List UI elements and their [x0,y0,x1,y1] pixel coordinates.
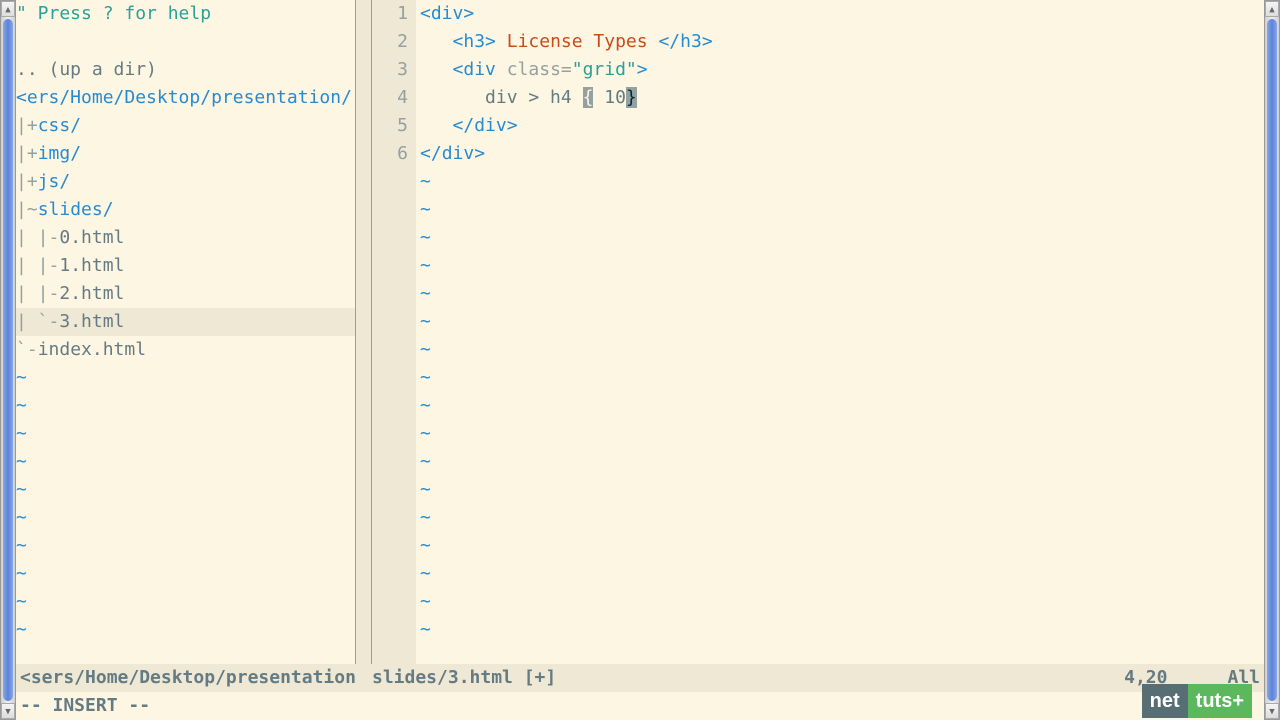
code-line[interactable]: </div> [420,112,1264,140]
empty-line: ~ [420,448,1264,476]
status-left-path: <sers/Home/Desktop/presentation [20,664,360,692]
statusbar: <sers/Home/Desktop/presentation slides/3… [16,664,1264,692]
line-number: 4 [372,84,408,112]
empty-line: ~ [420,168,1264,196]
scrollbar-thumb[interactable] [1267,19,1277,701]
scrollbar-left[interactable]: ▲ ▼ [0,0,16,720]
nerdtree-updir[interactable]: .. (up a dir) [16,56,355,84]
empty-line: ~ [16,364,355,392]
empty-line: ~ [16,560,355,588]
scrollbar-thumb[interactable] [3,19,13,701]
empty-line: ~ [420,588,1264,616]
empty-line: ~ [420,336,1264,364]
code-content[interactable]: <div> <h3> License Types </h3> <div clas… [416,0,1264,664]
nerdtree-root[interactable]: <ers/Home/Desktop/presentation/ [16,84,355,112]
tree-item[interactable]: `-index.html [16,336,355,364]
line-number: 5 [372,112,408,140]
code-pane[interactable]: 123456 <div> <h3> License Types </h3> <d… [372,0,1264,664]
logo-net: net [1142,684,1188,718]
tree-item[interactable]: | |-2.html [16,280,355,308]
empty-line: ~ [420,364,1264,392]
code-line[interactable]: div > h4 { 10} [420,84,1264,112]
tree-item[interactable]: | |-0.html [16,224,355,252]
line-number-gutter: 123456 [372,0,416,664]
empty-line: ~ [420,420,1264,448]
tree-item[interactable]: | `-3.html [16,308,355,336]
empty-line: ~ [420,616,1264,644]
empty-line: ~ [16,616,355,644]
code-line[interactable]: <div> [420,0,1264,28]
vim-mode: -- INSERT -- [20,692,150,720]
empty-line: ~ [420,476,1264,504]
empty-line: ~ [420,504,1264,532]
status-filename: slides/3.html [+] [360,664,1124,692]
empty-line: ~ [420,280,1264,308]
scroll-down-icon[interactable]: ▼ [1265,703,1279,719]
empty-line: ~ [420,532,1264,560]
tree-item[interactable]: |+img/ [16,140,355,168]
tree-item[interactable]: |+js/ [16,168,355,196]
vim-editor: " Press ? for help .. (up a dir) <ers/Ho… [16,0,1264,720]
line-number: 1 [372,0,408,28]
mode-line: -- INSERT -- net tuts+ [16,692,1264,720]
empty-line: ~ [420,196,1264,224]
line-number: 3 [372,56,408,84]
empty-line: ~ [16,392,355,420]
nettuts-logo: net tuts+ [1142,684,1252,718]
empty-line: ~ [16,448,355,476]
empty-line: ~ [420,392,1264,420]
empty-line: ~ [420,252,1264,280]
tree-item[interactable]: | |-1.html [16,252,355,280]
tree-item[interactable]: |+css/ [16,112,355,140]
empty-line: ~ [16,420,355,448]
nerdtree-help: " Press ? for help [16,0,355,28]
scrollbar-right[interactable]: ▲ ▼ [1264,0,1280,720]
empty-line: ~ [420,560,1264,588]
pane-divider [356,0,372,664]
line-number: 2 [372,28,408,56]
nerdtree-pane[interactable]: " Press ? for help .. (up a dir) <ers/Ho… [16,0,356,664]
code-line[interactable]: <h3> License Types </h3> [420,28,1264,56]
logo-tuts: tuts+ [1188,684,1252,718]
empty-line: ~ [16,504,355,532]
tree-item[interactable]: |~slides/ [16,196,355,224]
scroll-down-icon[interactable]: ▼ [1,703,15,719]
line-number: 6 [372,140,408,168]
empty-line: ~ [16,476,355,504]
code-line[interactable]: </div> [420,140,1264,168]
scroll-up-icon[interactable]: ▲ [1,1,15,17]
code-line[interactable]: <div class="grid"> [420,56,1264,84]
empty-line: ~ [420,224,1264,252]
empty-line: ~ [16,532,355,560]
blank [16,28,355,56]
empty-line: ~ [16,588,355,616]
empty-line: ~ [420,308,1264,336]
scroll-up-icon[interactable]: ▲ [1265,1,1279,17]
